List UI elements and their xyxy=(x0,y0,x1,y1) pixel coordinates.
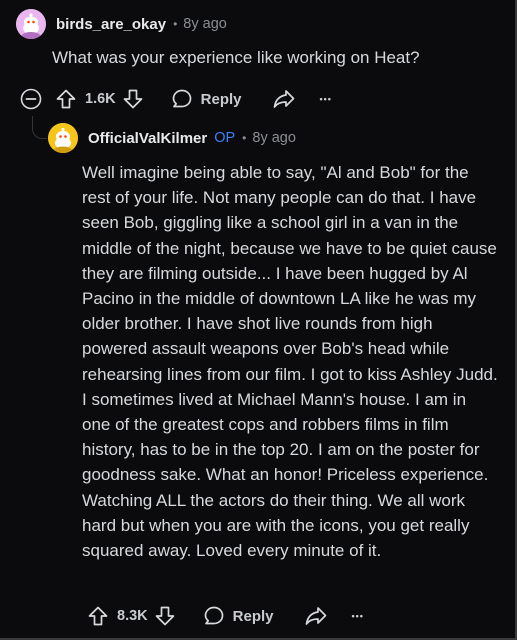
op-badge: OP xyxy=(214,130,236,146)
share-arrow-icon xyxy=(305,607,326,625)
reply-button[interactable]: Reply xyxy=(203,605,274,627)
downvote-button[interactable] xyxy=(153,604,177,628)
speech-bubble-icon xyxy=(172,89,191,108)
parent-comment-header: birds_are_okay • 8y ago xyxy=(16,8,227,40)
username[interactable]: OfficialValKilmer xyxy=(88,130,207,147)
downvote-arrow-icon xyxy=(123,89,142,109)
comment-thread: birds_are_okay • 8y ago What was your ex… xyxy=(0,0,517,640)
vote-count: 1.6K xyxy=(85,91,116,107)
collapse-minus-icon xyxy=(20,88,42,110)
reply-label: Reply xyxy=(200,90,242,108)
thread-connector xyxy=(32,116,47,139)
user-avatar[interactable] xyxy=(16,9,46,39)
share-arrow-icon xyxy=(273,90,294,108)
reply-comment-header: OfficialValKilmer OP • 8y ago xyxy=(48,122,296,154)
comment-age: 8y ago xyxy=(183,16,227,32)
parent-action-bar: 1.6K Reply ••• xyxy=(20,84,332,114)
user-avatar[interactable] xyxy=(48,123,78,153)
share-button[interactable] xyxy=(272,87,296,111)
downvote-arrow-icon xyxy=(155,606,174,626)
username[interactable]: birds_are_okay xyxy=(56,16,166,33)
speech-bubble-icon xyxy=(204,606,223,625)
comment-age: 8y ago xyxy=(252,130,296,146)
collapse-button[interactable] xyxy=(20,88,42,110)
more-options-button[interactable]: ••• xyxy=(352,611,364,621)
reply-comment-body: Well imagine being able to say, "Al and … xyxy=(82,163,498,561)
separator-dot: • xyxy=(173,17,178,31)
separator-dot: • xyxy=(242,131,247,145)
snoo-avatar-icon xyxy=(48,123,78,153)
upvote-button[interactable] xyxy=(86,604,110,628)
reply-button[interactable]: Reply xyxy=(171,88,242,110)
vote-count: 8.3K xyxy=(117,608,148,624)
downvote-button[interactable] xyxy=(121,87,145,111)
upvote-arrow-icon xyxy=(56,89,76,109)
upvote-arrow-icon xyxy=(88,606,108,626)
snoo-avatar-icon xyxy=(16,9,46,39)
share-button[interactable] xyxy=(304,604,328,628)
reply-label: Reply xyxy=(232,607,274,625)
reply-action-bar: 8.3K Reply ••• xyxy=(86,601,364,631)
more-options-button[interactable]: ••• xyxy=(320,94,332,104)
upvote-button[interactable] xyxy=(54,87,78,111)
parent-comment-body: What was your experience like working on… xyxy=(52,48,420,67)
